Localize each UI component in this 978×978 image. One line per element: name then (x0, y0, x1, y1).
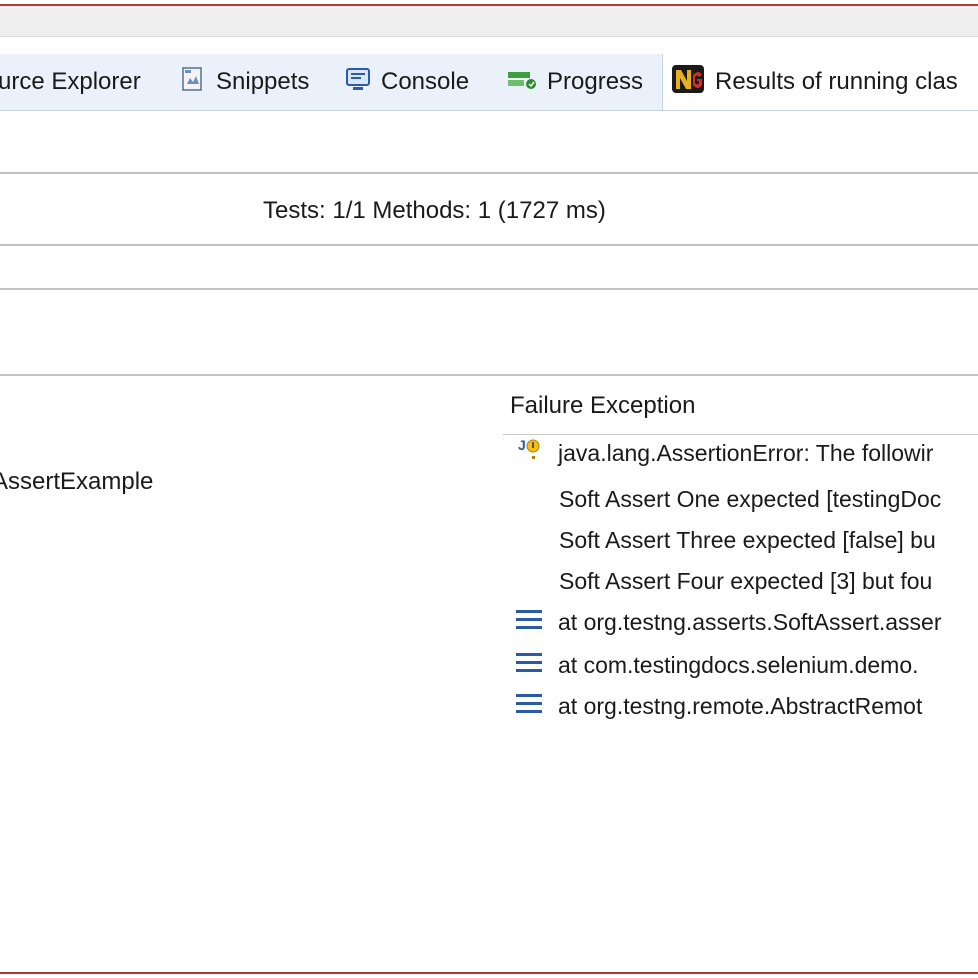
tab-resource-explorer[interactable]: urce Explorer (0, 54, 141, 110)
trace-message-line[interactable]: Soft Assert One expected [testingDoc (559, 486, 941, 513)
trace-text: Soft Assert Four expected [3] but fou (559, 568, 933, 594)
trace-text: at com.testingdocs.selenium.demo. (558, 652, 919, 678)
title-strip (0, 6, 978, 37)
snippets-icon (180, 66, 206, 99)
trace-text: Soft Assert Three expected [false] bu (559, 527, 936, 553)
progress-bar-area (0, 288, 978, 290)
trace-error-row[interactable]: J java.lang.AssertionError: The followir (516, 436, 933, 470)
stack-frame-icon (516, 652, 546, 679)
stack-frame-icon (516, 609, 546, 636)
run-summary: Tests: 1/1 Methods: 1 (1727 ms) (0, 176, 978, 246)
trace-text: at org.testng.remote.AbstractRemot (558, 693, 923, 719)
divider (0, 374, 978, 376)
java-error-icon: J (516, 436, 546, 470)
svg-text:J: J (518, 437, 526, 453)
tab-console[interactable]: Console (345, 54, 469, 110)
tab-progress[interactable]: Progress (507, 54, 643, 110)
trace-text: at org.testng.asserts.SoftAssert.asser (558, 609, 942, 635)
view-tab-bar: urce Explorer Snippets Console Progress … (0, 54, 978, 111)
tab-label: Progress (547, 68, 644, 95)
trace-stack-frame[interactable]: at org.testng.asserts.SoftAssert.asser (516, 609, 942, 636)
failure-exception-header: Failure Exception (510, 392, 696, 419)
testng-icon (671, 63, 705, 102)
trace-message-line[interactable]: Soft Assert Four expected [3] but fou (559, 568, 932, 595)
tab-snippets[interactable]: Snippets (180, 54, 309, 110)
results-view-frame: urce Explorer Snippets Console Progress … (0, 4, 978, 974)
tab-label: Snippets (216, 68, 310, 95)
tab-label: Results of running clas (715, 68, 958, 95)
trace-stack-frame[interactable]: at org.testng.remote.AbstractRemot (516, 693, 922, 720)
console-icon (345, 66, 371, 99)
tab-testng-results[interactable]: Results of running clas (662, 54, 978, 110)
tab-label: urce Explorer (0, 68, 141, 95)
stack-frame-icon (516, 693, 546, 720)
divider (0, 244, 978, 246)
test-class-label: AssertExample (0, 468, 154, 495)
trace-message-line[interactable]: Soft Assert Three expected [false] bu (559, 527, 936, 554)
divider (503, 434, 978, 435)
tab-label: Console (381, 68, 470, 95)
progress-icon (507, 66, 537, 99)
divider (0, 172, 978, 174)
summary-text: Tests: 1/1 Methods: 1 (1727 ms) (263, 197, 606, 224)
trace-text: Soft Assert One expected [testingDoc (559, 486, 942, 512)
trace-text: java.lang.AssertionError: The followir (558, 439, 934, 466)
test-tree-item[interactable]: AssertExample (0, 468, 153, 496)
trace-stack-frame[interactable]: at com.testingdocs.selenium.demo. (516, 652, 919, 679)
